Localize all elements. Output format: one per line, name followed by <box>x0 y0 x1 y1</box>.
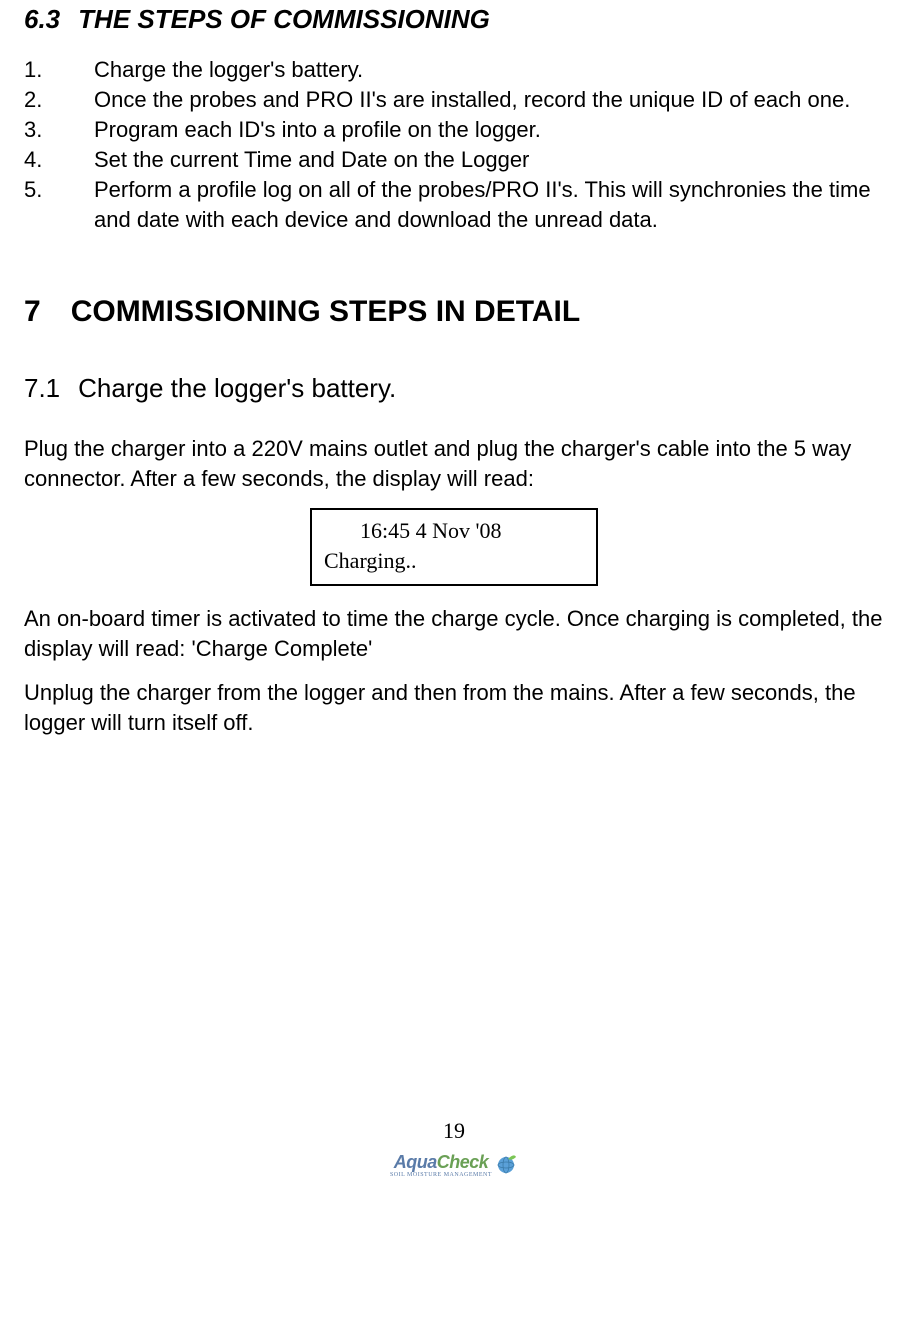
paragraph: Unplug the charger from the logger and t… <box>24 678 884 738</box>
list-text: Perform a profile log on all of the prob… <box>94 175 884 235</box>
heading-7-title: COMMISSIONING STEPS IN DETAIL <box>71 295 580 328</box>
list-number: 5. <box>24 175 94 235</box>
list-text: Program each ID's into a profile on the … <box>94 115 884 145</box>
list-number: 3. <box>24 115 94 145</box>
paragraph: Plug the charger into a 220V mains outle… <box>24 434 884 494</box>
globe-leaf-icon <box>494 1151 518 1175</box>
aquacheck-logo: AquaCheck SOIL MOISTURE MANAGEMENT <box>24 1148 884 1178</box>
page-footer: 19 AquaCheck SOIL MOISTURE MANAGEMENT <box>24 1118 884 1178</box>
heading-7-number: 7 <box>24 295 41 329</box>
list-item: 4. Set the current Time and Date on the … <box>24 145 884 175</box>
steps-list: 1. Charge the logger's battery. 2. Once … <box>24 55 884 235</box>
logo-text-aqua: Aqua <box>394 1152 437 1172</box>
display-box: 16:45 4 Nov '08 Charging.. <box>310 508 598 586</box>
paragraph: An on-board timer is activated to time t… <box>24 604 884 664</box>
heading-7-1: 7.1 Charge the logger's battery. <box>24 373 884 404</box>
heading-6-3-number: 6.3 <box>24 4 60 35</box>
list-number: 4. <box>24 145 94 175</box>
list-number: 2. <box>24 85 94 115</box>
page-number: 19 <box>24 1118 884 1144</box>
heading-7-1-number: 7.1 <box>24 373 60 404</box>
heading-7: 7 COMMISSIONING STEPS IN DETAIL <box>24 295 884 329</box>
logo-subtitle: SOIL MOISTURE MANAGEMENT <box>390 1172 492 1178</box>
display-line-1: 16:45 4 Nov '08 <box>324 516 584 546</box>
list-number: 1. <box>24 55 94 85</box>
heading-6-3-title: THE STEPS OF COMMISSIONING <box>78 4 490 34</box>
list-item: 2. Once the probes and PRO II's are inst… <box>24 85 884 115</box>
list-item: 3. Program each ID's into a profile on t… <box>24 115 884 145</box>
list-text: Set the current Time and Date on the Log… <box>94 145 884 175</box>
list-text: Once the probes and PRO II's are install… <box>94 85 884 115</box>
list-item: 5. Perform a profile log on all of the p… <box>24 175 884 235</box>
heading-6-3: 6.3 THE STEPS OF COMMISSIONING <box>24 0 884 35</box>
list-text: Charge the logger's battery. <box>94 55 884 85</box>
list-item: 1. Charge the logger's battery. <box>24 55 884 85</box>
heading-7-1-title: Charge the logger's battery. <box>78 373 396 403</box>
display-line-2: Charging.. <box>324 546 584 576</box>
logo-text-check: Check <box>437 1152 489 1172</box>
page-content: 6.3 THE STEPS OF COMMISSIONING 1. Charge … <box>0 0 908 1178</box>
